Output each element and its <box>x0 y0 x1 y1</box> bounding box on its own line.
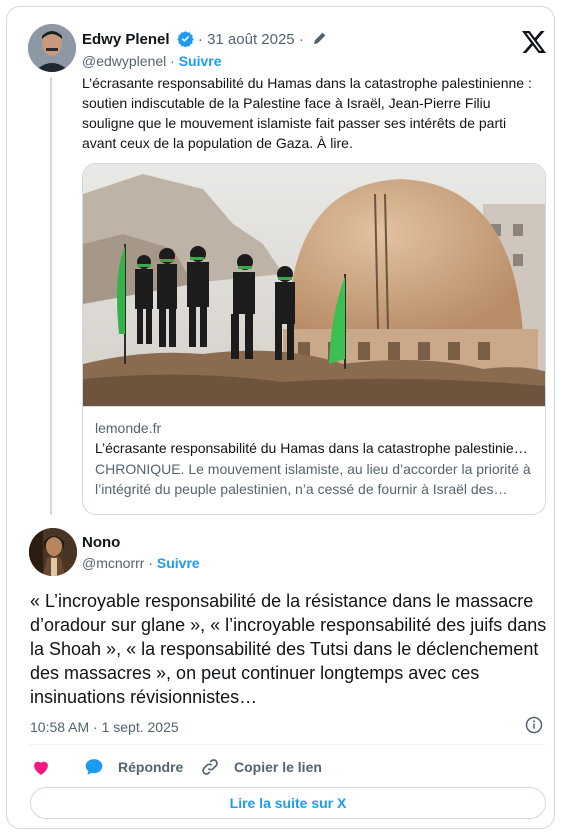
quoted-follow-button[interactable]: Suivre <box>179 53 222 69</box>
quoted-author-name[interactable]: Edwy Plenel <box>82 31 170 48</box>
author-handle-separator: · <box>148 555 153 571</box>
quoted-handle[interactable]: @edwyplenel <box>82 53 166 69</box>
verified-badge-icon <box>177 30 194 52</box>
author-handle-line: @mcnorrr · Suivre <box>82 554 200 572</box>
read-more-button[interactable]: Lire la suite sur X <box>30 787 546 819</box>
heart-icon <box>34 761 48 775</box>
copy-link-button[interactable]: Copier le lien <box>200 755 322 779</box>
article-image <box>83 164 545 406</box>
link-icon <box>202 759 218 775</box>
article-link-card[interactable]: lemonde.fr L’écrasante responsabilité du… <box>82 163 546 515</box>
like-button[interactable] <box>31 755 65 779</box>
quoted-handle-separator: · <box>170 53 175 69</box>
article-title: L’écrasante responsabilité du Hamas dans… <box>95 440 535 456</box>
article-domain: lemonde.fr <box>95 420 162 436</box>
article-meta: lemonde.fr L’écrasante responsabilité du… <box>83 406 545 514</box>
thread-connector-line <box>50 77 52 515</box>
tweet-text: « L’incroyable responsabilité de la rési… <box>30 591 547 707</box>
copy-link-label: Copier le lien <box>234 759 322 775</box>
reply-button[interactable]: Répondre <box>84 755 183 779</box>
tweet-embed-card: Edwy Plenel · 31 août 2025 · @edwyplenel… <box>6 6 555 829</box>
quoted-date[interactable]: 31 août 2025 <box>207 31 295 48</box>
article-description: CHRONIQUE. Le mouvement islamiste, au li… <box>95 461 531 497</box>
author-avatar[interactable] <box>29 528 77 576</box>
x-logo-icon[interactable] <box>522 31 546 53</box>
tweet-timestamp[interactable]: 10:58 AM · 1 sept. 2025 <box>30 718 179 736</box>
follow-button[interactable]: Suivre <box>157 555 200 571</box>
author-name[interactable]: Nono <box>82 534 120 552</box>
quoted-author-avatar[interactable] <box>28 24 76 72</box>
speech-bubble-icon <box>85 759 103 775</box>
author-handle[interactable]: @mcnorrr <box>82 555 144 571</box>
actions-divider <box>29 744 546 745</box>
pencil-icon <box>312 31 327 51</box>
quoted-separator-2: · <box>298 31 304 48</box>
info-icon[interactable] <box>525 716 543 734</box>
quoted-header: Edwy Plenel · 31 août 2025 · <box>82 30 327 52</box>
quoted-tweet-text: L’écrasante responsabilité du Hamas dans… <box>82 75 532 151</box>
quoted-handle-line: @edwyplenel · Suivre <box>82 52 222 70</box>
quoted-separator: · <box>197 31 203 48</box>
reply-label: Répondre <box>118 759 184 775</box>
